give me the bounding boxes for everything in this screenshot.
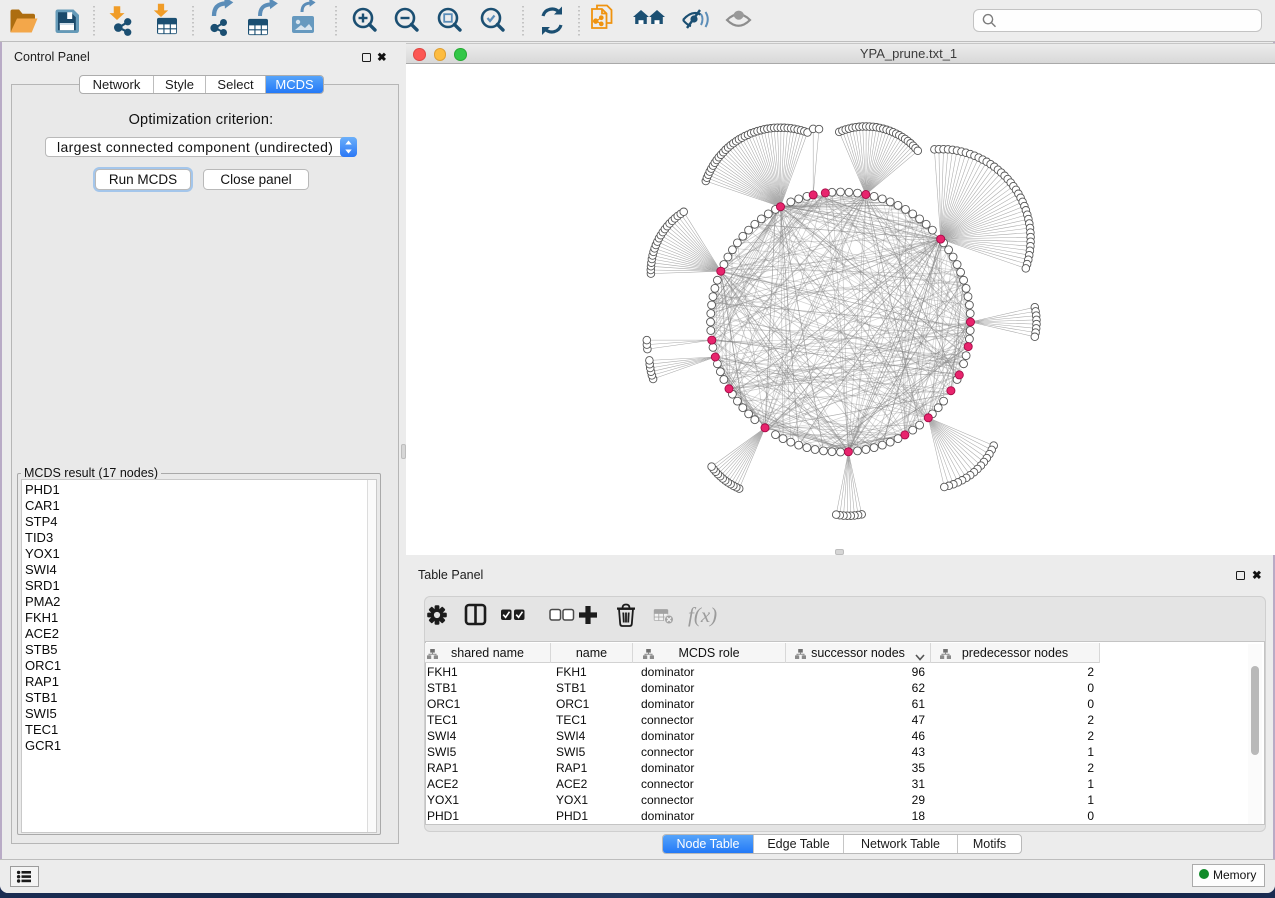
svg-text:f(x): f(x) bbox=[688, 603, 717, 627]
